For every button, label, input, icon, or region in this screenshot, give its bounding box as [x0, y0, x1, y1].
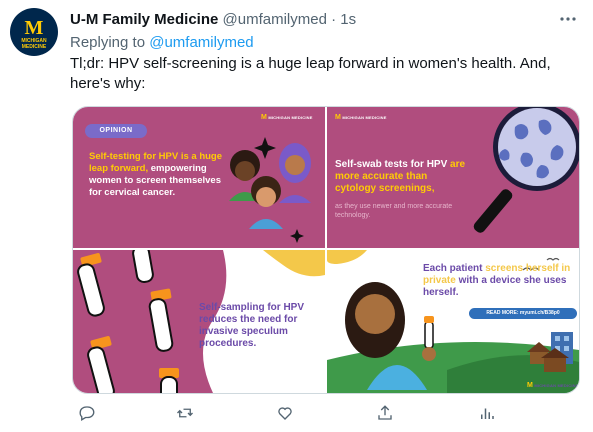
panel1-text: Self-testing for HPV is a huge leap forw… [89, 151, 229, 199]
avatar[interactable]: M MICHIGAN MEDICINE [10, 8, 58, 56]
panel4-line-a: Each patient [423, 263, 483, 274]
retweet-button[interactable] [170, 398, 200, 428]
tweet-media[interactable]: OPINION M MICHIGAN MEDICINE Self-testing… [72, 106, 580, 394]
like-icon [278, 407, 292, 420]
share-icon [378, 405, 392, 420]
panel2-line-a: Self-swab tests for HPV [335, 159, 448, 170]
header-separator: · [331, 11, 337, 28]
reply-icon [79, 406, 95, 421]
more-icon[interactable] [559, 10, 577, 33]
like-button[interactable] [270, 398, 300, 428]
media-panel-1[interactable]: OPINION M MICHIGAN MEDICINE Self-testing… [73, 107, 325, 248]
panel2-text: Self-swab tests for HPV are more accurat… [335, 159, 470, 195]
media-panel-4[interactable]: Each patient screens herself in private … [327, 250, 579, 393]
media-panel-3[interactable]: Self-sampling for HPV reduces the need f… [73, 250, 325, 393]
replying-handle[interactable]: @umfamilymed [149, 34, 253, 51]
tweet-header: U-M Family Medicine @umfamilymed · 1s [70, 10, 573, 30]
panel1-logo: M MICHIGAN MEDICINE [261, 114, 313, 121]
replying-prefix: Replying to [70, 34, 146, 51]
media-panel-2[interactable]: M MICHIGAN MEDICINE Self-swab tests for … [327, 107, 579, 248]
magnifier-illustration [473, 107, 579, 233]
replying-to: Replying to @umfamilymed [70, 34, 254, 51]
share-button[interactable] [370, 398, 400, 428]
michigan-medicine-logo: M MICHIGAN MEDICINE [21, 17, 47, 50]
panel4-logo: M MICHIGAN MEDICINE [527, 382, 579, 389]
panel4-text: Each patient screens herself in private … [423, 263, 573, 299]
panel2-logo: M MICHIGAN MEDICINE [335, 114, 387, 121]
logo-letter: M [25, 17, 44, 39]
women-illustration [229, 137, 311, 243]
reply-button[interactable] [72, 398, 102, 428]
author-name[interactable]: U-M Family Medicine [70, 11, 218, 28]
panel2-subtext: as they use newer and more accurate tech… [335, 203, 453, 219]
retweet-icon [177, 408, 193, 418]
tweet-time[interactable]: 1s [340, 11, 356, 28]
opinion-badge: OPINION [85, 124, 147, 138]
analytics-button[interactable] [472, 398, 502, 428]
tweet-text: Tl;dr: HPV self-screening is a huge leap… [70, 55, 551, 92]
analytics-icon [481, 408, 494, 419]
tweet-actions [72, 398, 578, 428]
read-more-pill: READ MORE: myumi.ch/B38p0 [469, 308, 577, 319]
author-handle[interactable]: @umfamilymed [223, 11, 327, 28]
logo-line-2: MEDICINE [22, 44, 47, 50]
panel3-text: Self-sampling for HPV reduces the need f… [199, 302, 305, 349]
